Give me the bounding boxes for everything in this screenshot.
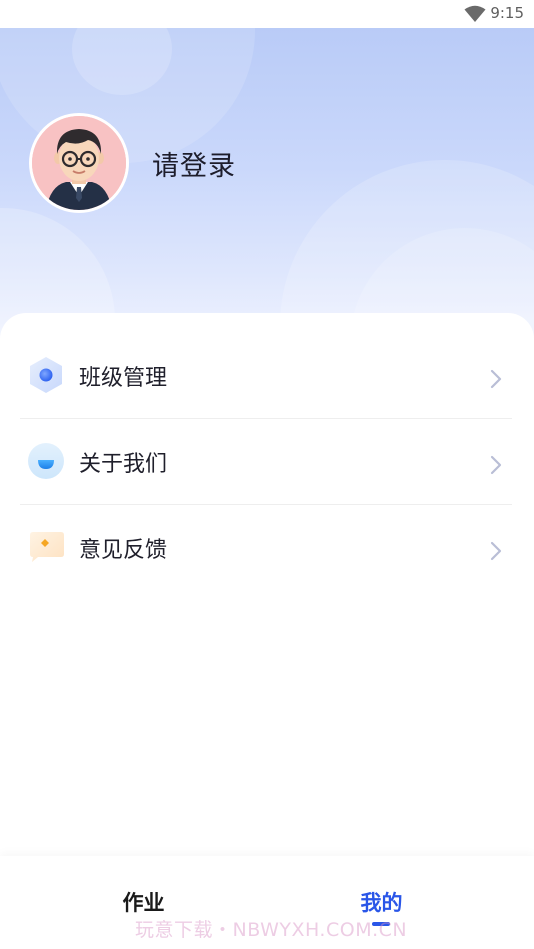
chevron-right-icon [490, 369, 502, 389]
tab-label: 我的 [360, 891, 403, 915]
chevron-right-icon [490, 455, 502, 475]
status-bar: 9:15 [0, 0, 534, 28]
profile-header: 请登录 [0, 28, 534, 338]
login-prompt[interactable]: 请登录 [152, 144, 236, 183]
bowl-circle-icon [28, 443, 64, 479]
watermark: 玩意下载・NBWYXH.COM.CN [135, 919, 408, 941]
menu-card: 班级管理 关于我们 意见反馈 [0, 313, 534, 873]
chevron-right-icon [490, 541, 502, 561]
wifi-icon [464, 5, 486, 22]
menu-item-feedback[interactable]: 意见反馈 [20, 505, 512, 591]
menu-item-about-us[interactable]: 关于我们 [20, 419, 512, 505]
menu-item-label: 关于我们 [79, 452, 168, 477]
avatar[interactable] [29, 113, 129, 213]
hexagon-icon [30, 357, 62, 393]
menu-item-class-management[interactable]: 班级管理 [20, 333, 512, 419]
tab-label: 作业 [122, 891, 165, 915]
user-avatar-icon [32, 116, 126, 210]
menu-item-label: 意见反馈 [79, 538, 168, 563]
message-bubble-icon [30, 532, 64, 562]
status-time: 9:15 [490, 4, 524, 22]
menu-item-label: 班级管理 [79, 366, 168, 391]
